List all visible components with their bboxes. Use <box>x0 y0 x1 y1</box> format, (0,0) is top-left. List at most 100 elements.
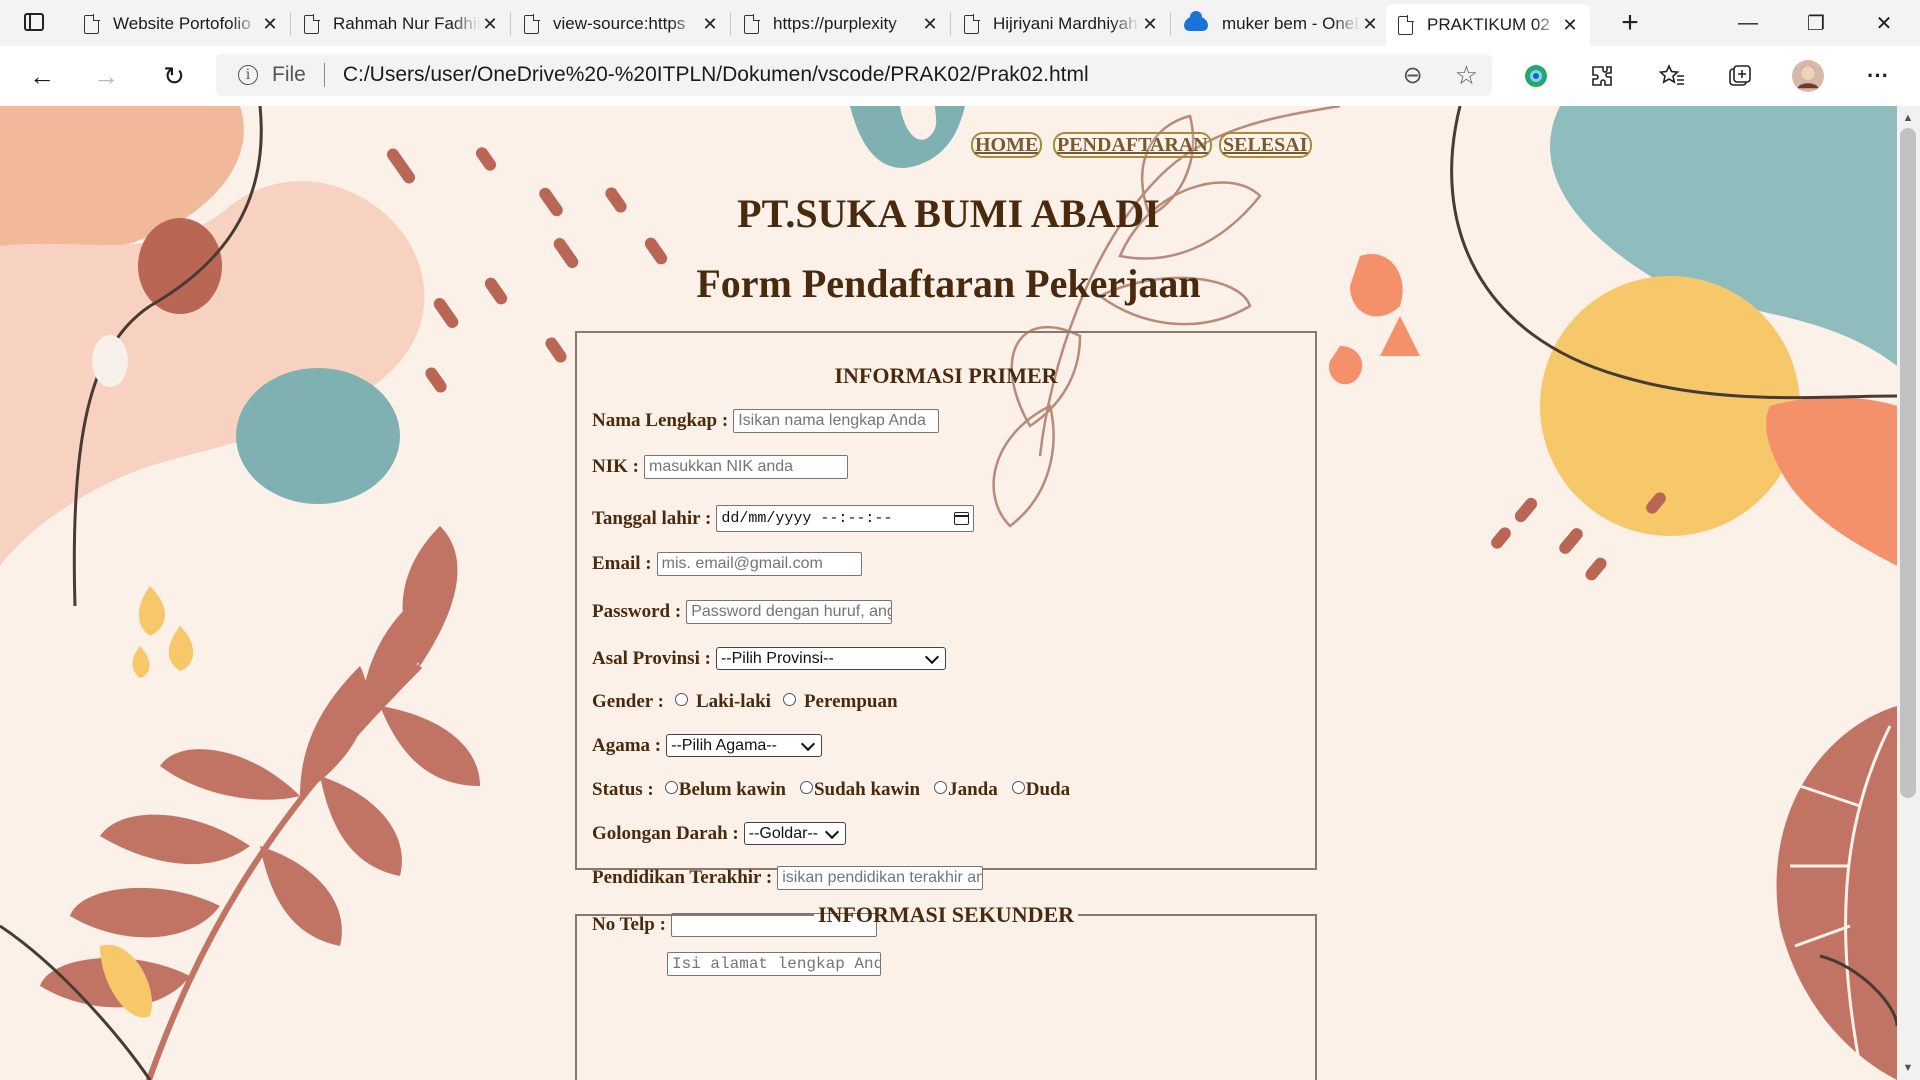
tab-separator <box>950 12 951 36</box>
scrollbar-thumb[interactable] <box>1900 128 1916 798</box>
gender-row: Gender : Laki-laki Perempuan <box>592 691 898 713</box>
tab-title: PRAKTIKUM 02 <box>1427 15 1550 34</box>
add-favorite-icon[interactable]: ☆ <box>1455 60 1478 91</box>
primary-info-fieldset: INFORMASI PRIMER Nama Lengkap : Isikan n… <box>575 331 1317 937</box>
email-input[interactable]: mis. email@gmail.com <box>656 552 862 576</box>
status-option-duda: Duda <box>1025 779 1071 800</box>
page-viewport: HOME PENDAFTARAN SELESAI PT.SUKA BUMI AB… <box>0 106 1897 1080</box>
pendidikan-input[interactable]: isikan pendidikan terakhir anda <box>777 866 984 890</box>
gender-option-laki: Laki-laki <box>695 691 771 712</box>
status-radio-sudah-kawin[interactable] <box>799 780 813 794</box>
gender-radio-perempuan[interactable] <box>782 692 796 706</box>
status-radio-belum-kawin[interactable] <box>664 780 678 794</box>
extensions-icon[interactable] <box>1586 60 1618 92</box>
tab-purplexity[interactable]: https://purplexity ✕ <box>732 4 950 44</box>
tab-hijriyani[interactable]: Hijriyani Mardhiyah ✕ <box>952 4 1170 44</box>
more-icon[interactable]: ··· <box>1862 60 1894 92</box>
status-label: Status : <box>592 779 654 800</box>
tab-title: view-source:https <box>553 14 686 33</box>
tab-muker-bem[interactable]: muker bem - OneDrive ✕ <box>1172 4 1390 44</box>
status-option-sudah-kawin: Sudah kawin <box>813 779 921 800</box>
nav-link-selesai[interactable]: SELESAI <box>1219 132 1312 158</box>
email-label: Email : <box>592 553 652 574</box>
form-title: Form Pendaftaran Pekerjaan <box>696 261 1201 306</box>
info-icon[interactable]: i <box>238 65 258 85</box>
alamat-row: Isi alamat lengkap Anda <box>667 952 881 976</box>
agama-selected: --Pilih Agama-- <box>671 736 777 754</box>
tgl-lahir-row: Tanggal lahir : dd/mm/yyyy --:--:-- <box>592 505 975 532</box>
status-radio-janda[interactable] <box>934 780 948 794</box>
scheme-label: File <box>272 63 306 86</box>
tab-title: Hijriyani Mardhiyah <box>993 14 1138 33</box>
close-icon[interactable]: ✕ <box>1140 14 1160 35</box>
address-bar[interactable]: i File C:/Users/user/OneDrive%20-%20ITPL… <box>216 54 1492 96</box>
browser-toolbar: ← → ↻ i File C:/Users/user/OneDrive%20-%… <box>0 46 1920 107</box>
tab-praktikum-active[interactable]: PRAKTIKUM 02 ✕ <box>1386 4 1590 46</box>
nik-label: NIK : <box>592 456 639 477</box>
new-tab-button[interactable]: + <box>1612 6 1648 40</box>
tab-title: https://purplexity <box>773 14 897 33</box>
gender-option-perempuan: Perempuan <box>803 691 898 712</box>
provinsi-row: Asal Provinsi : --Pilih Provinsi-- <box>592 647 946 670</box>
extension-icon[interactable] <box>1520 60 1552 92</box>
tab-actions-icon[interactable] <box>24 13 44 31</box>
minimize-button[interactable]: — <box>1728 8 1768 38</box>
chevron-down-icon <box>924 649 940 664</box>
close-icon[interactable]: ✕ <box>1560 15 1580 36</box>
scroll-up-arrow[interactable]: ▲ <box>1901 112 1915 124</box>
tgl-lahir-label: Tanggal lahir : <box>592 507 712 529</box>
alamat-input[interactable]: Isi alamat lengkap Anda <box>667 952 881 976</box>
favorites-icon[interactable] <box>1656 60 1688 92</box>
back-button[interactable]: ← <box>24 58 60 94</box>
gender-radio-laki[interactable] <box>674 692 688 706</box>
doc-icon <box>524 13 540 34</box>
close-icon[interactable]: ✕ <box>1360 14 1380 35</box>
nama-input[interactable]: Isikan nama lengkap Anda <box>733 409 940 433</box>
status-option-belum-kawin: Belum kawin <box>678 779 786 800</box>
nama-row: Nama Lengkap : Isikan nama lengkap Anda <box>592 409 940 433</box>
goldar-label: Golongan Darah : <box>592 822 739 844</box>
provinsi-label: Asal Provinsi : <box>592 647 711 669</box>
pendidikan-row: Pendidikan Terakhir : isikan pendidikan … <box>592 866 984 890</box>
zoom-out-icon[interactable]: ⊖ <box>1403 61 1423 90</box>
doc-icon <box>84 13 100 34</box>
tab-view-source[interactable]: view-source:https ✕ <box>512 4 730 44</box>
tgl-lahir-input[interactable]: dd/mm/yyyy --:--:-- <box>716 505 975 532</box>
page-content: HOME PENDAFTARAN SELESAI PT.SUKA BUMI AB… <box>0 106 1897 1080</box>
company-title: PT.SUKA BUMI ABADI <box>737 191 1160 236</box>
profile-avatar[interactable] <box>1792 60 1824 92</box>
calendar-icon[interactable] <box>954 512 970 525</box>
status-option-janda: Janda <box>948 779 998 800</box>
doc-icon <box>744 13 760 34</box>
nav-link-home[interactable]: HOME <box>971 132 1043 158</box>
agama-row: Agama : --Pilih Agama-- <box>592 734 823 757</box>
tab-separator <box>510 12 511 36</box>
goldar-select[interactable]: --Goldar-- <box>743 822 846 845</box>
tab-title: Website Portofolio <box>113 14 251 33</box>
close-window-button[interactable]: ✕ <box>1864 8 1904 38</box>
tab-separator <box>730 12 731 36</box>
secondary-info-heading: INFORMASI SEKUNDER <box>817 902 1075 927</box>
cloud-icon <box>1184 11 1208 31</box>
agama-select[interactable]: --Pilih Agama-- <box>666 734 823 757</box>
close-icon[interactable]: ✕ <box>480 14 500 35</box>
close-icon[interactable]: ✕ <box>260 14 280 35</box>
provinsi-select[interactable]: --Pilih Provinsi-- <box>715 647 946 670</box>
scroll-down-arrow[interactable]: ▼ <box>1901 1062 1915 1074</box>
url-text[interactable]: C:/Users/user/OneDrive%20-%20ITPLN/Dokum… <box>343 63 1403 87</box>
doc-icon <box>304 13 320 34</box>
tab-rahmah[interactable]: Rahmah Nur Fadhilah ✕ <box>292 4 510 44</box>
status-radio-duda[interactable] <box>1011 780 1025 794</box>
nav-link-pendaftaran[interactable]: PENDAFTARAN <box>1053 132 1212 158</box>
reload-button[interactable]: ↻ <box>156 58 192 94</box>
forward-button[interactable]: → <box>88 58 124 94</box>
tab-website-portofolio[interactable]: Website Portofolio ✕ <box>72 4 290 44</box>
collections-icon[interactable] <box>1724 60 1756 92</box>
nama-label: Nama Lengkap : <box>592 410 729 431</box>
close-icon[interactable]: ✕ <box>700 14 720 35</box>
close-icon[interactable]: ✕ <box>920 14 940 35</box>
nik-input[interactable]: masukkan NIK anda <box>643 455 848 479</box>
address-separator <box>323 63 325 87</box>
password-input[interactable]: Password dengan huruf, angka <box>686 600 893 624</box>
restore-button[interactable]: ❐ <box>1796 8 1836 38</box>
